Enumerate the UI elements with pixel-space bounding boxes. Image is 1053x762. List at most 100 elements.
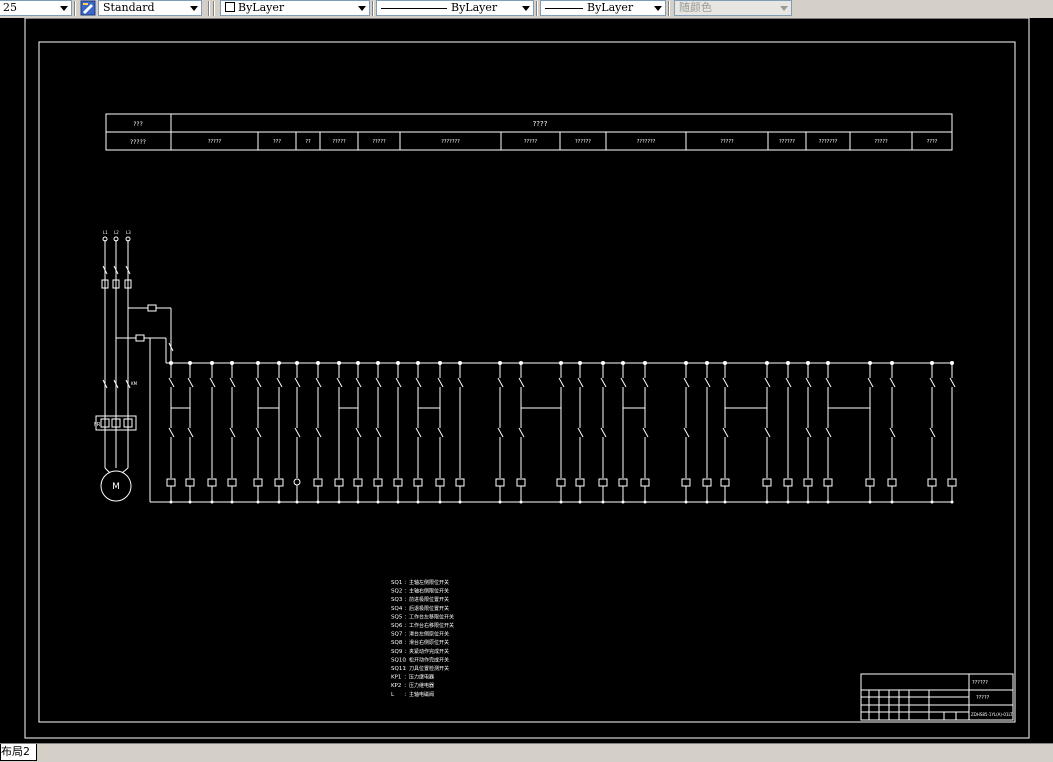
contact-switch xyxy=(168,427,175,438)
contact-switch xyxy=(764,427,771,438)
contact-switch xyxy=(437,377,444,388)
contact-switch xyxy=(642,377,649,388)
contact-switch xyxy=(805,427,812,438)
chevron-down-icon[interactable] xyxy=(355,1,369,15)
lineweight-scale-value: 25 xyxy=(3,1,17,14)
chevron-down-icon[interactable] xyxy=(187,1,201,15)
component-legend: SQ1 ：主轴左侧限位开关SQ2 ：主轴右侧限位开关SQ3 ：前进极限位置开关SQ4：… xyxy=(391,579,454,698)
contact-switch xyxy=(229,377,236,388)
lineweight-scale-combo[interactable]: 25 xyxy=(0,0,72,16)
contact-switch xyxy=(395,377,402,388)
coil-icon xyxy=(598,478,608,487)
junction-dot xyxy=(826,500,830,504)
contact-switch xyxy=(255,377,262,388)
rung xyxy=(887,361,897,504)
rung xyxy=(947,361,957,504)
control-rungs xyxy=(166,361,957,504)
legend-code: SQ1 xyxy=(391,580,402,586)
junction-dot xyxy=(621,500,625,504)
header-cell: ????? xyxy=(208,139,222,145)
rung xyxy=(207,361,217,504)
contact-switch xyxy=(805,377,812,388)
text-style-combo[interactable]: Standard xyxy=(98,0,202,16)
legend-code: KP2 xyxy=(391,683,401,689)
rung xyxy=(171,361,195,504)
contact-switch xyxy=(889,377,896,388)
legend-code: SQ5 xyxy=(391,614,403,620)
coil-icon xyxy=(823,478,833,487)
contact-switch xyxy=(187,377,194,388)
junction-dot xyxy=(230,500,234,504)
header-cell: ?? xyxy=(305,139,311,145)
legend-code: SQ7 xyxy=(391,632,403,638)
control-circuit xyxy=(149,318,952,503)
coil-icon xyxy=(413,478,423,487)
coil-icon xyxy=(166,478,176,487)
tab-layout2[interactable]: 布局2 xyxy=(0,744,37,761)
contact-switch xyxy=(620,377,627,388)
supply-label: L3 xyxy=(126,230,131,235)
rung xyxy=(681,361,691,504)
rung xyxy=(598,361,608,504)
junction-dot xyxy=(643,500,647,504)
contact-switch xyxy=(229,427,236,438)
legend-text: ：松开动作完成开关 xyxy=(404,656,449,663)
junction-dot xyxy=(723,500,727,504)
header-left-top: ??? xyxy=(133,121,143,128)
supply-label: L1 xyxy=(103,230,108,235)
contact-switch xyxy=(294,377,301,388)
junction-dot xyxy=(376,500,380,504)
junction-dot xyxy=(210,500,214,504)
supply-label: L2 xyxy=(114,230,119,235)
properties-toolbar: 25 Standard ByLayer ByLayer ByLayer 随颜色 xyxy=(0,0,1053,19)
junction-dot xyxy=(868,500,872,504)
header-cells: ????????????????????????????????????????… xyxy=(208,132,938,150)
lineweight-combo[interactable]: ByLayer xyxy=(540,0,666,16)
coil-icon xyxy=(495,478,505,487)
junction-dot xyxy=(705,500,709,504)
title-block-sub: ????? xyxy=(976,695,990,701)
contact-switch xyxy=(642,427,649,438)
rung xyxy=(720,361,730,504)
legend-text: ：工作台右移限位开关 xyxy=(404,622,454,629)
junction-dot xyxy=(950,500,954,504)
contact-switch xyxy=(825,427,832,438)
contact-switch xyxy=(929,377,936,388)
coil-icon xyxy=(887,478,897,487)
header-cell: ??????? xyxy=(637,139,656,145)
chevron-down-icon[interactable] xyxy=(57,1,71,15)
junction-dot xyxy=(601,500,605,504)
chevron-down-icon[interactable] xyxy=(651,1,665,15)
drawing-canvas[interactable]: ??? ????? ???? ?????????????????????????… xyxy=(0,18,1053,743)
text-style-icon[interactable] xyxy=(80,0,96,16)
junction-dot xyxy=(519,500,523,504)
header-cell: ?????? xyxy=(575,139,591,145)
toolbar-separator xyxy=(208,1,210,16)
contact-switch xyxy=(577,427,584,438)
linetype-combo[interactable]: ByLayer xyxy=(376,0,534,16)
junction-dot xyxy=(786,500,790,504)
junction-dot xyxy=(356,500,360,504)
contact-switch xyxy=(294,427,301,438)
chevron-down-icon xyxy=(777,1,791,15)
coil-icon xyxy=(455,478,465,487)
coil-icon xyxy=(516,478,526,487)
header-cell: ??????? xyxy=(819,139,838,145)
chevron-down-icon[interactable] xyxy=(519,1,533,15)
legend-text: ：前进极限位置开关 xyxy=(404,596,449,603)
coil-icon xyxy=(185,478,195,487)
header-cell: ????? xyxy=(524,139,538,145)
junction-dot xyxy=(316,500,320,504)
legend-code: SQ2 xyxy=(391,589,402,595)
legend-text: ：夹紧动作完成开关 xyxy=(404,648,449,655)
lineweight-value: ByLayer xyxy=(587,1,634,14)
legend-text: ：滑台右侧原位开关 xyxy=(404,639,449,646)
km-label: KM xyxy=(131,381,138,386)
electrical-schematic[interactable]: ??? ????? ???? ?????????????????????????… xyxy=(0,18,1053,743)
coil-icon xyxy=(227,478,237,487)
header-cell: ??? xyxy=(273,139,281,145)
coil-icon xyxy=(681,478,691,487)
color-combo[interactable]: ByLayer xyxy=(220,0,370,16)
color-value: ByLayer xyxy=(238,1,285,14)
supply-labels: L1 L2 L3 xyxy=(103,230,131,235)
